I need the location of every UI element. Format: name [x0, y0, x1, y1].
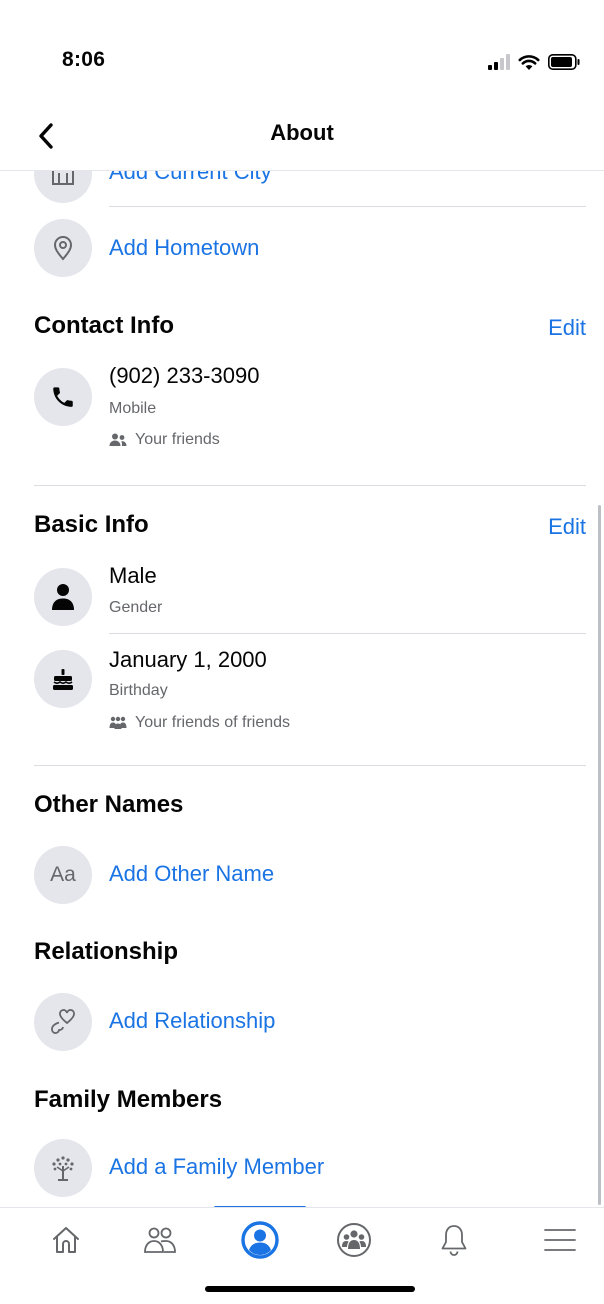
location-pin-icon — [53, 236, 73, 261]
phone-row[interactable]: (902) 233-3090 Mobile Your friends — [0, 363, 604, 463]
tab-friends[interactable] — [130, 1216, 190, 1264]
font-aa-icon: Aa — [50, 863, 76, 886]
home-indicator[interactable] — [205, 1286, 415, 1292]
contact-info-edit-link[interactable]: Edit — [548, 315, 586, 341]
section-divider — [34, 485, 586, 486]
gender-row[interactable]: Male Gender — [0, 563, 604, 626]
status-bar: 8:06 — [0, 0, 604, 100]
city-icon-circle — [34, 171, 92, 203]
birthday-privacy-label: Your friends of friends — [135, 714, 291, 731]
header: About — [0, 100, 604, 171]
add-family-member-row[interactable]: Add a Family Member — [0, 1139, 604, 1197]
groups-icon — [337, 1223, 371, 1257]
phone-privacy-label: Your friends — [135, 431, 220, 448]
gender-value: Male — [109, 563, 157, 588]
other-names-title: Other Names — [34, 791, 184, 818]
basic-info-edit-link[interactable]: Edit — [548, 514, 586, 540]
home-icon — [53, 1227, 79, 1253]
tab-profile[interactable] — [230, 1216, 290, 1264]
about-content[interactable]: Add Current City Add Hometown Contact In… — [0, 171, 604, 1207]
gender-label: Gender — [109, 599, 163, 616]
birthday-row[interactable]: January 1, 2000 Birthday Your friends of… — [0, 647, 604, 747]
about-page: 8:06 About Add Current City Add Hometown… — [0, 0, 604, 1304]
profile-icon — [241, 1221, 279, 1259]
bottom-tab-bar — [0, 1207, 604, 1268]
notifications-icon — [441, 1225, 467, 1256]
menu-icon — [544, 1229, 576, 1251]
tab-menu[interactable] — [530, 1216, 590, 1264]
battery-icon — [548, 54, 580, 70]
tab-notifications[interactable] — [424, 1216, 484, 1264]
add-other-name-row[interactable]: Aa Add Other Name — [0, 846, 604, 904]
gender-icon-circle — [34, 568, 92, 626]
add-relationship-link[interactable]: Add Relationship — [109, 1008, 275, 1034]
divider — [109, 206, 586, 207]
friends-of-friends-audience-icon — [109, 716, 127, 729]
add-relationship-row[interactable]: Add Relationship — [0, 993, 604, 1051]
other-name-icon-circle: Aa — [34, 846, 92, 904]
add-other-name-link[interactable]: Add Other Name — [109, 861, 274, 887]
contact-info-title: Contact Info — [34, 312, 174, 339]
phone-icon-circle — [34, 368, 92, 426]
add-current-city-row[interactable]: Add Current City — [0, 171, 604, 205]
status-time: 8:06 — [62, 48, 106, 71]
family-members-title: Family Members — [34, 1086, 223, 1113]
phone-icon — [53, 387, 73, 407]
person-icon — [52, 584, 74, 610]
birthday-cake-icon — [53, 669, 73, 690]
friends-icon — [144, 1227, 176, 1253]
birthday-privacy: Your friends of friends — [109, 714, 290, 732]
phone-type: Mobile — [109, 400, 157, 417]
city-building-icon — [52, 171, 74, 185]
phone-number: (902) 233-3090 — [109, 363, 260, 388]
cellular-signal-icon — [488, 54, 510, 70]
family-icon-circle — [34, 1139, 92, 1197]
add-current-city-link[interactable]: Add Current City — [109, 171, 272, 185]
add-hometown-row[interactable]: Add Hometown — [0, 219, 604, 279]
relationship-hearts-icon — [51, 1009, 75, 1034]
add-hometown-link[interactable]: Add Hometown — [109, 235, 259, 261]
hometown-icon-circle — [34, 219, 92, 277]
divider — [109, 633, 586, 634]
tab-home[interactable] — [36, 1216, 96, 1264]
wifi-icon — [518, 54, 540, 70]
page-title: About — [270, 120, 334, 145]
family-tree-icon — [52, 1156, 74, 1181]
birthday-icon-circle — [34, 650, 92, 708]
basic-info-title: Basic Info — [34, 511, 149, 538]
relationship-title: Relationship — [34, 938, 179, 965]
phone-privacy: Your friends — [109, 431, 220, 449]
add-family-member-link[interactable]: Add a Family Member — [109, 1154, 324, 1180]
friends-audience-icon — [109, 433, 127, 446]
section-divider — [34, 765, 586, 766]
status-icons — [488, 51, 580, 73]
tab-groups[interactable] — [324, 1216, 384, 1264]
relationship-icon-circle — [34, 993, 92, 1051]
birthday-label: Birthday — [109, 682, 168, 699]
scrollbar[interactable] — [598, 505, 601, 1205]
birthday-value: January 1, 2000 — [109, 647, 267, 672]
